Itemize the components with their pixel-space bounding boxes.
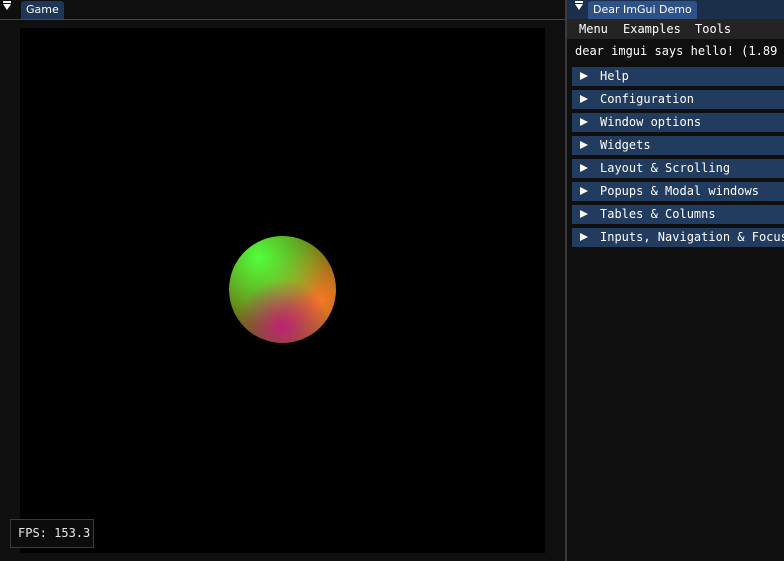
collapse-arrow-icon — [580, 95, 588, 103]
window-menu-icon[interactable] — [3, 1, 11, 10]
header-inputs-navigation[interactable]: Inputs, Navigation & Focus — [572, 228, 784, 247]
collapse-arrow-icon — [580, 187, 588, 195]
menu-bar: Menu Examples Tools — [567, 19, 784, 39]
header-label: Tables & Columns — [600, 207, 716, 221]
game-window: Game FPS: 153.3 — [0, 0, 565, 561]
hello-text: dear imgui says hello! (1.89 W — [575, 44, 784, 58]
header-widgets[interactable]: Widgets — [572, 136, 784, 155]
header-label: Inputs, Navigation & Focus — [600, 230, 784, 244]
header-label: Layout & Scrolling — [600, 161, 731, 175]
header-label: Configuration — [600, 92, 694, 106]
rendered-sphere — [229, 236, 336, 343]
collapse-arrow-icon — [580, 72, 588, 80]
header-tables-columns[interactable]: Tables & Columns — [572, 205, 784, 224]
tab-game[interactable]: Game — [21, 1, 64, 19]
header-help[interactable]: Help — [572, 67, 784, 86]
imgui-demo-window: Dear ImGui Demo Menu Examples Tools dear… — [567, 0, 784, 561]
header-label: Help — [600, 69, 629, 83]
collapse-arrow-icon — [580, 141, 588, 149]
header-window-options[interactable]: Window options — [572, 113, 784, 132]
menu-examples[interactable]: Examples — [623, 19, 681, 39]
collapse-arrow-icon — [580, 118, 588, 126]
menu-menu[interactable]: Menu — [579, 19, 608, 39]
header-popups-modal[interactable]: Popups & Modal windows — [572, 182, 784, 201]
fps-overlay: FPS: 153.3 — [10, 519, 94, 548]
header-layout-scrolling[interactable]: Layout & Scrolling — [572, 159, 784, 178]
header-configuration[interactable]: Configuration — [572, 90, 784, 109]
game-tab-bar: Game — [0, 0, 565, 20]
header-label: Window options — [600, 115, 702, 129]
menu-tools[interactable]: Tools — [695, 19, 731, 39]
collapse-arrow-icon — [580, 233, 588, 241]
game-viewport[interactable] — [20, 28, 545, 553]
header-label: Popups & Modal windows — [600, 184, 759, 198]
demo-tab-bar: Dear ImGui Demo — [567, 0, 784, 19]
collapse-arrow-icon — [580, 210, 588, 218]
header-label: Widgets — [600, 138, 651, 152]
window-menu-icon[interactable] — [575, 1, 583, 10]
tab-dear-imgui-demo[interactable]: Dear ImGui Demo — [588, 1, 697, 19]
collapse-arrow-icon — [580, 164, 588, 172]
